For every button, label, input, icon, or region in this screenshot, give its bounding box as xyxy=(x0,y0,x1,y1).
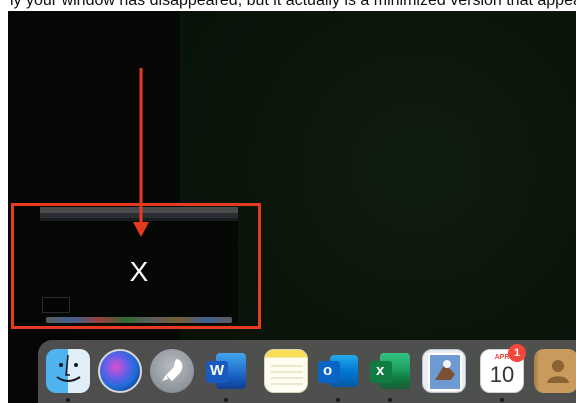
eagle-photo-icon xyxy=(428,353,462,391)
excel-running-indicator xyxy=(388,398,392,402)
siri-icon[interactable] xyxy=(98,349,142,393)
highlight-box xyxy=(11,203,261,329)
notes-lines-icon xyxy=(271,365,303,385)
outlook-letter: o xyxy=(323,362,333,379)
contacts-person-icon xyxy=(547,360,569,383)
calendar-notification-badge: 1 xyxy=(508,344,526,362)
outlook-icon[interactable]: o xyxy=(316,349,360,393)
excel-letter: x xyxy=(376,362,385,379)
finder-face-icon xyxy=(56,354,81,382)
word-letter: W xyxy=(210,362,225,379)
contacts-icon[interactable] xyxy=(534,349,576,393)
finder-running-indicator xyxy=(66,398,70,402)
excel-icon[interactable]: x xyxy=(368,349,412,393)
finder-icon[interactable] xyxy=(46,349,90,393)
rocket-icon xyxy=(162,359,183,381)
preview-icon[interactable] xyxy=(422,349,466,393)
word-icon[interactable]: W xyxy=(204,349,248,393)
notes-icon[interactable] xyxy=(264,349,308,393)
screenshot-page: ly your window has disappeared, but it a… xyxy=(0,0,576,403)
calendar-day: 10 xyxy=(489,362,515,387)
outlook-running-indicator xyxy=(336,398,340,402)
launchpad-icon[interactable] xyxy=(150,349,194,393)
dock: W o x APR 10 xyxy=(38,340,576,403)
tutorial-caption: ly your window has disappeared, but it a… xyxy=(10,0,576,9)
calendar-running-indicator xyxy=(500,398,504,402)
word-running-indicator xyxy=(224,398,228,402)
